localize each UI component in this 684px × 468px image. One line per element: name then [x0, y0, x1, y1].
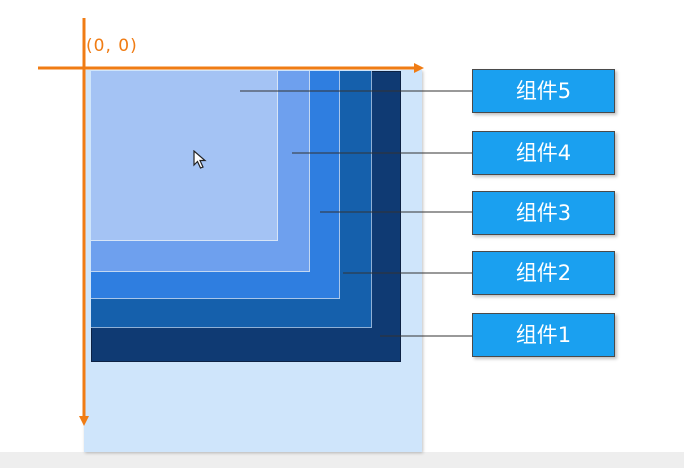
diagram-stage: (0, 0) 组件5 组件4 组件3 组件2 组件1: [0, 0, 684, 468]
component-4-button[interactable]: 组件4: [472, 131, 615, 175]
component-3-button[interactable]: 组件3: [472, 191, 615, 235]
component-1-button[interactable]: 组件1: [472, 313, 615, 357]
component-5-button[interactable]: 组件5: [472, 69, 615, 113]
arrow-pointer-icon: [193, 150, 207, 169]
component-2-button[interactable]: 组件2: [472, 251, 615, 295]
origin-label: (0, 0): [86, 36, 138, 56]
